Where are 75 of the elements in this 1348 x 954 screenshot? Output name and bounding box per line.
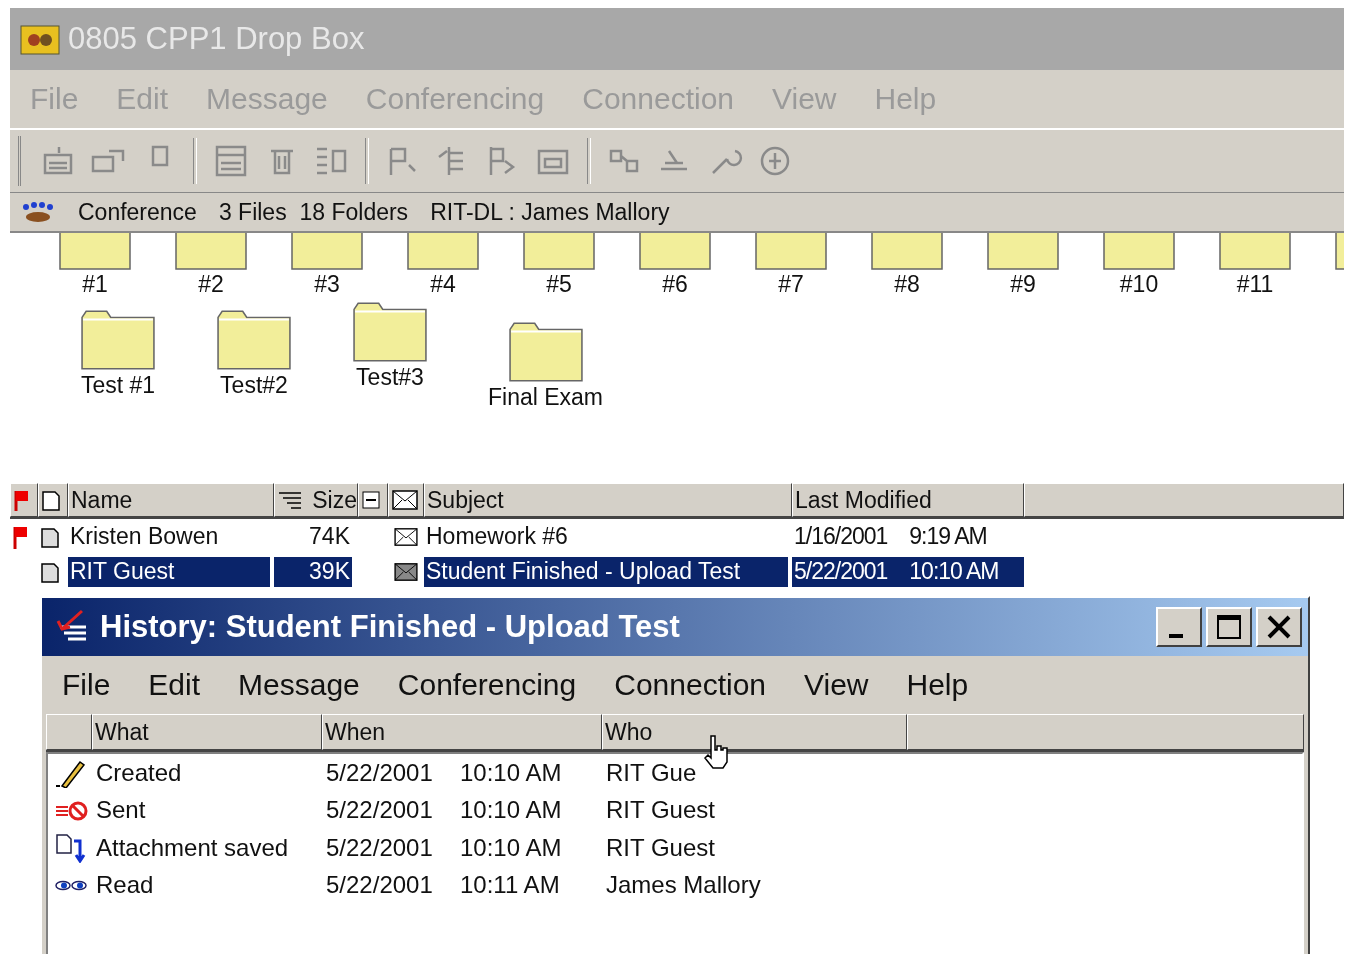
envelope-icon: [391, 489, 419, 511]
folder-type: Conference: [78, 198, 197, 226]
folder-label[interactable]: Test#3: [356, 364, 424, 391]
column-header[interactable]: Name: [68, 483, 274, 517]
column-header: [46, 714, 92, 750]
folder-label[interactable]: #3: [314, 271, 340, 298]
table-cell-text: Read: [95, 870, 155, 901]
table-cell-text: 10:10 AM: [459, 832, 563, 863]
table-cell-text: 1/16/2001 9:19 AM: [793, 522, 988, 551]
window-title: History: Student Finished - Upload Test: [100, 609, 680, 645]
table-cell: Student Finished - Upload Test: [424, 556, 788, 587]
conference-icon: [20, 201, 56, 223]
table-cell-text: RIT Gue: [605, 757, 698, 788]
folder-label[interactable]: Final Exam: [488, 384, 604, 411]
folder-label[interactable]: #1: [82, 271, 108, 298]
document-icon: [41, 488, 61, 512]
folder-label[interactable]: #10: [1119, 271, 1159, 298]
column-header[interactable]: Last Modified: [792, 483, 1024, 517]
table-cell-text: 10:10 AM: [459, 757, 563, 788]
envelope-icon: [393, 561, 419, 582]
menu-item[interactable]: Conferencing: [397, 668, 577, 702]
column-header[interactable]: Who: [602, 714, 907, 750]
table-cell: 39K: [274, 556, 352, 587]
table-cell-text: 5/22/2001: [325, 757, 434, 788]
maximize-icon: [1214, 612, 1244, 642]
column-header[interactable]: What: [92, 714, 322, 750]
table-cell[interactable]: RIT Guest: [68, 556, 270, 587]
sort-icon: [277, 490, 303, 510]
collapse-icon[interactable]: [361, 490, 381, 510]
minimize-button[interactable]: [1156, 607, 1202, 647]
table-cell: 5/22/2001 10:10 AM: [792, 556, 1024, 587]
flag-icon: [13, 489, 29, 511]
table-cell-text: Homework #6: [425, 522, 569, 551]
maximize-button[interactable]: [1206, 607, 1252, 647]
table-cell[interactable]: Kristen Bowen: [68, 521, 270, 552]
file-count: 3 Files 18 Folders: [218, 198, 409, 226]
folder-label[interactable]: Test#2: [220, 372, 288, 399]
menu-item[interactable]: File: [62, 668, 111, 702]
table-cell-text: RIT Guest: [605, 832, 716, 863]
table-cell-text: 10:10 AM: [459, 795, 563, 826]
table-cell-text: 5/22/2001: [325, 832, 434, 863]
folder-label[interactable]: #2: [198, 271, 224, 298]
eyes-icon: [54, 878, 88, 892]
table-cell-text: RIT Guest: [605, 795, 716, 826]
table-cell-text: Sent: [95, 795, 147, 826]
folder-label[interactable]: #6: [662, 271, 688, 298]
menu-item[interactable]: Edit: [148, 668, 201, 702]
table-cell-text: Created: [95, 757, 183, 788]
column-header[interactable]: Subject: [424, 483, 792, 517]
menu-item[interactable]: View: [804, 668, 869, 702]
envelope-icon: [393, 526, 419, 547]
attachment-icon: [54, 832, 88, 863]
menu-item[interactable]: Connection: [614, 668, 766, 702]
table-cell-text: James Mallory: [605, 870, 762, 901]
flag-icon[interactable]: [12, 524, 28, 549]
folder-label[interactable]: #8: [894, 271, 920, 298]
table-cell-text: 74K: [308, 522, 351, 551]
table-cell-text: 5/22/2001: [325, 795, 434, 826]
folder-label[interactable]: #11: [1236, 271, 1274, 298]
window-title: 0805 CPP1 Drop Box: [68, 21, 365, 57]
folder-label[interactable]: #5: [546, 271, 572, 298]
column-header[interactable]: When: [322, 714, 602, 750]
table-cell-text: 10:11 AM: [459, 870, 561, 901]
menu-item[interactable]: Help: [906, 668, 969, 702]
folder-label[interactable]: Test #1: [80, 372, 156, 399]
folder-label[interactable]: #4: [430, 271, 456, 298]
app-icon: [20, 22, 60, 56]
table-cell-text: Attachment saved: [95, 832, 290, 863]
table-cell-text: 5/22/2001: [325, 870, 434, 901]
close-button[interactable]: [1256, 607, 1302, 647]
folder-label[interactable]: #7: [778, 271, 804, 298]
folder-label[interactable]: #9: [1010, 271, 1036, 298]
minimize-icon: [1169, 634, 1183, 638]
menu-item[interactable]: Message: [238, 668, 360, 702]
location-label: RIT-DL : James Mallory: [430, 198, 670, 226]
